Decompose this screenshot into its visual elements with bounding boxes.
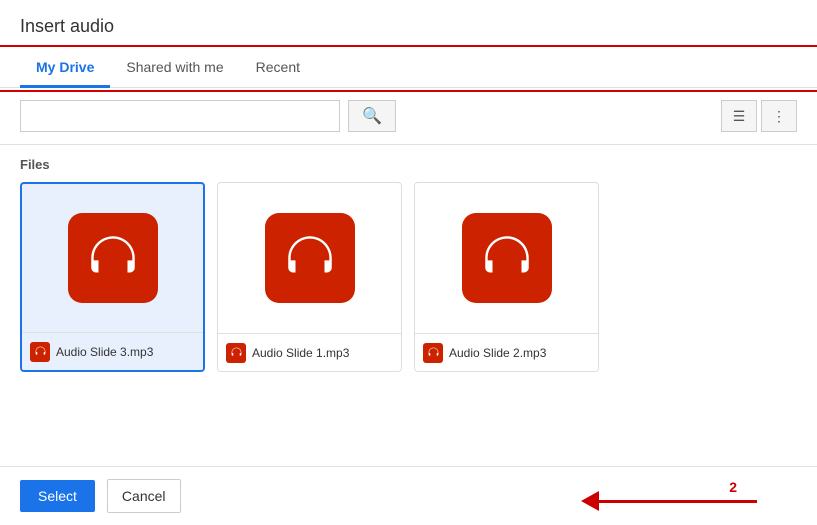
arrow-line (597, 500, 757, 503)
file-card-1[interactable]: Audio Slide 3.mp3 (20, 182, 205, 372)
file-footer-3: Audio Slide 2.mp3 (415, 333, 598, 371)
file-footer-2: Audio Slide 1.mp3 (218, 333, 401, 371)
file-name-1: Audio Slide 3.mp3 (56, 345, 153, 359)
view-buttons: ☰ ⋮ (721, 100, 797, 132)
audio-icon-small-3 (423, 343, 443, 363)
dialog-title: Insert audio (0, 0, 817, 49)
headphone-small-svg-3 (427, 346, 440, 359)
dialog-footer: Select Cancel 2 (0, 466, 817, 525)
headphone-svg-3 (478, 229, 536, 287)
search-row: 🔍 ☰ ⋮ (0, 88, 817, 145)
audio-icon-small-2 (226, 343, 246, 363)
tabs-container: My Drive Shared with me Recent 1 (0, 49, 817, 88)
headphone-small-svg-1 (34, 345, 47, 358)
tab-shared-with-me[interactable]: Shared with me (110, 49, 239, 88)
audio-icon-small-1 (30, 342, 50, 362)
files-section: Files Audio Slide (0, 145, 817, 466)
annotation-2: 2 (729, 479, 737, 495)
file-name-3: Audio Slide 2.mp3 (449, 346, 546, 360)
list-icon: ☰ (733, 108, 746, 125)
headphone-svg-1 (84, 229, 142, 287)
cancel-button[interactable]: Cancel (107, 479, 181, 513)
file-name-2: Audio Slide 1.mp3 (252, 346, 349, 360)
file-thumb-1 (22, 184, 203, 332)
audio-icon-large-3 (462, 213, 552, 303)
file-card-3[interactable]: Audio Slide 2.mp3 (414, 182, 599, 372)
headphone-small-svg-2 (230, 346, 243, 359)
search-icon: 🔍 (362, 106, 382, 126)
arrow-annotation-2: 2 (581, 491, 757, 511)
files-label: Files (20, 157, 797, 172)
file-thumb-2 (218, 183, 401, 333)
list-view-button[interactable]: ☰ (721, 100, 757, 132)
headphone-svg-2 (281, 229, 339, 287)
file-footer-1: Audio Slide 3.mp3 (22, 332, 203, 370)
file-thumb-3 (415, 183, 598, 333)
search-button[interactable]: 🔍 (348, 100, 396, 132)
search-input[interactable] (20, 100, 340, 132)
grid-icon: ⋮ (772, 108, 786, 125)
tab-my-drive[interactable]: My Drive (20, 49, 110, 88)
select-button[interactable]: Select (20, 480, 95, 512)
audio-icon-large-1 (68, 213, 158, 303)
file-card-2[interactable]: Audio Slide 1.mp3 (217, 182, 402, 372)
insert-audio-dialog: Insert audio My Drive Shared with me Rec… (0, 0, 817, 525)
audio-icon-large-2 (265, 213, 355, 303)
files-grid: Audio Slide 3.mp3 (20, 182, 797, 372)
grid-view-button[interactable]: ⋮ (761, 100, 797, 132)
tab-recent[interactable]: Recent (240, 49, 316, 88)
